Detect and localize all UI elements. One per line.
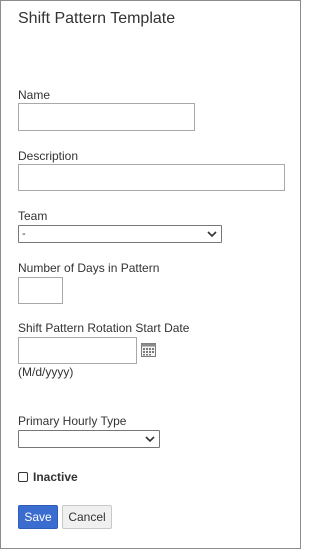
rotation-start-date-input[interactable]	[18, 337, 137, 364]
team-select[interactable]: -	[18, 225, 222, 243]
page-title: Shift Pattern Template	[18, 10, 176, 27]
name-label: Name	[18, 88, 51, 102]
shift-pattern-template-panel: Shift Pattern Template Name Description …	[0, 0, 301, 549]
name-input[interactable]	[18, 103, 195, 131]
inactive-label[interactable]: Inactive	[33, 470, 78, 484]
save-button[interactable]: Save	[18, 505, 58, 529]
inactive-checkbox-row[interactable]: Inactive	[18, 470, 78, 484]
primary-hourly-type-select[interactable]	[18, 430, 160, 448]
chevron-down-icon	[145, 436, 155, 443]
description-label: Description	[18, 149, 79, 163]
team-label: Team	[18, 209, 48, 223]
inactive-checkbox[interactable]	[18, 472, 28, 482]
team-selected-value: -	[22, 228, 26, 240]
cancel-button[interactable]: Cancel	[62, 505, 112, 529]
primary-hourly-type-label: Primary Hourly Type	[18, 414, 127, 428]
chevron-down-icon	[207, 231, 217, 238]
description-input[interactable]	[18, 164, 285, 191]
days-in-pattern-input[interactable]	[18, 277, 63, 304]
date-format-hint: (M/d/yyyy)	[18, 365, 74, 379]
calendar-icon[interactable]	[141, 343, 156, 357]
rotation-start-date-label: Shift Pattern Rotation Start Date	[18, 321, 190, 335]
days-in-pattern-label: Number of Days in Pattern	[18, 261, 160, 275]
